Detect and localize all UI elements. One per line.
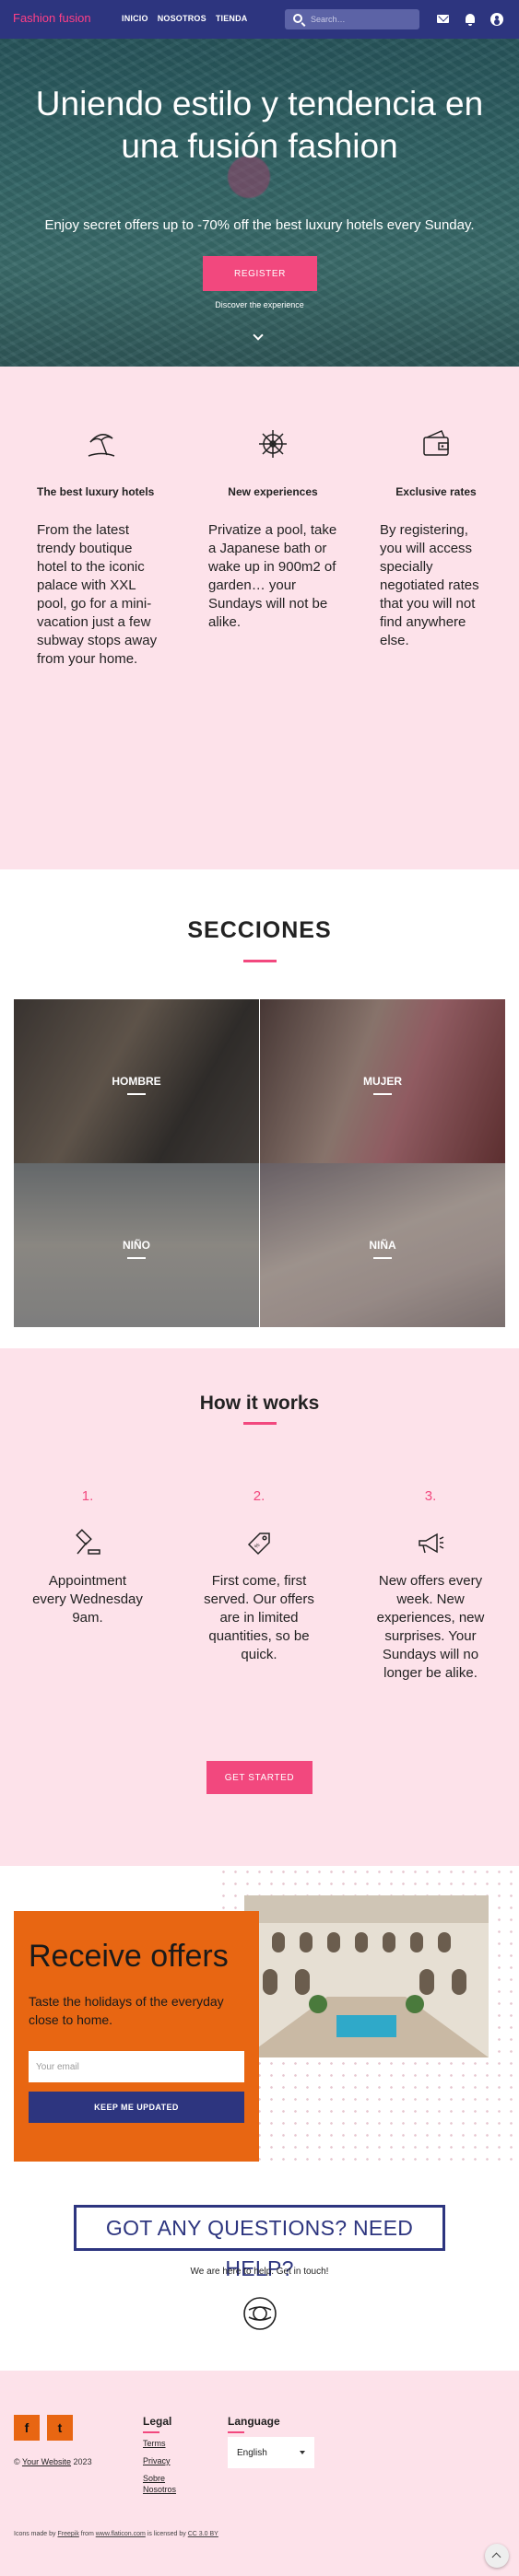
values-section: The best luxury hotels From the latest t… bbox=[0, 367, 519, 869]
offers-card: Receive offers Taste the holidays of the… bbox=[14, 1911, 259, 2162]
value-item: New experiences Privatize a pool, take a… bbox=[208, 427, 337, 632]
language-heading: Language bbox=[228, 2415, 280, 2433]
hero-banner: Uniendo estilo y tendencia en una fusión… bbox=[0, 39, 519, 367]
section-label: HOMBRE bbox=[14, 1075, 259, 1095]
offers-section: Receive offers Taste the holidays of the… bbox=[0, 1866, 519, 2177]
register-button[interactable]: REGISTER bbox=[203, 256, 317, 291]
value-title: The best luxury hotels bbox=[37, 485, 155, 498]
title-underline bbox=[243, 960, 277, 962]
value-text: From the latest trendy boutique hotel to… bbox=[37, 522, 158, 667]
step-item: 3. New offers every week. New experience… bbox=[375, 1488, 486, 1683]
language-select[interactable]: English bbox=[228, 2437, 314, 2468]
svg-text:%: % bbox=[254, 1542, 261, 1549]
value-title: New experiences bbox=[228, 485, 318, 498]
hero-title: Uniendo estilo y tendencia en una fusión… bbox=[35, 85, 484, 165]
nav-link-inicio[interactable]: INICIO bbox=[122, 14, 148, 23]
copyright: © Your Website 2023 bbox=[14, 2457, 92, 2466]
value-text: By registering, you will access speciall… bbox=[380, 522, 479, 648]
offers-text: Taste the holidays of the everyday close… bbox=[29, 1994, 224, 2027]
section-card-nino[interactable]: NIÑO bbox=[14, 1163, 259, 1327]
how-title: How it works bbox=[199, 1393, 320, 1414]
bell-icon[interactable] bbox=[463, 12, 478, 27]
value-title: Exclusive rates bbox=[395, 485, 477, 498]
keep-me-updated-button[interactable]: KEEP ME UPDATED bbox=[29, 2092, 244, 2123]
get-started-button[interactable]: GET STARTED bbox=[206, 1761, 313, 1794]
section-label: NIÑO bbox=[14, 1239, 259, 1259]
hotel-courtyard-image bbox=[244, 1895, 489, 2057]
flaticon-link[interactable]: www.flaticon.com bbox=[96, 2531, 146, 2537]
sobre-link[interactable]: Sobre bbox=[143, 2474, 165, 2483]
section-card-hombre[interactable]: HOMBRE bbox=[14, 999, 259, 1163]
chevron-down-icon[interactable] bbox=[253, 330, 264, 341]
help-section: GOT ANY QUESTIONS? NEED HELP? We are her… bbox=[0, 2177, 519, 2371]
nav-links: INICIO NOSOTROS TIENDA bbox=[122, 14, 248, 23]
value-item: The best luxury hotels From the latest t… bbox=[37, 427, 166, 669]
value-text: Privatize a pool, take a Japanese bath o… bbox=[208, 522, 337, 630]
search-bar bbox=[285, 9, 419, 29]
step-number: 2. bbox=[253, 1488, 265, 1504]
footer: f t © Your Website 2023 Legal Terms Priv… bbox=[0, 2371, 519, 2576]
facebook-icon[interactable]: f bbox=[14, 2415, 40, 2441]
sections-title: SECCIONES bbox=[187, 917, 332, 943]
step-item: 2. % First come, first served. Our offer… bbox=[204, 1488, 314, 1664]
step-text: New offers every week. New experiences, … bbox=[376, 1573, 485, 1681]
how-it-works-section: How it works 1. Appointment every Wednes… bbox=[0, 1348, 519, 1866]
icons-credit: Icons made by Freepik from www.flaticon.… bbox=[14, 2531, 218, 2537]
section-label: MUJER bbox=[260, 1075, 505, 1095]
search-icon bbox=[293, 14, 302, 23]
ship-wheel-icon bbox=[259, 430, 287, 458]
chevron-down-icon bbox=[300, 2451, 305, 2454]
nosotros-link[interactable]: Nosotros bbox=[143, 2485, 176, 2494]
beach-umbrella-icon bbox=[88, 434, 115, 457]
privacy-link[interactable]: Privacy bbox=[143, 2456, 171, 2465]
language-value: English bbox=[237, 2448, 267, 2458]
sections-grid: HOMBRE MUJER NIÑO NIÑA bbox=[14, 999, 505, 1327]
section-label: NIÑA bbox=[260, 1239, 505, 1259]
nav-link-nosotros[interactable]: NOSOTROS bbox=[158, 14, 206, 23]
account-icon[interactable] bbox=[490, 12, 504, 27]
nav-link-tienda[interactable]: TIENDA bbox=[216, 14, 248, 23]
discover-link[interactable]: Discover the experience bbox=[18, 300, 501, 309]
price-tag-icon: % bbox=[247, 1533, 270, 1556]
legal-heading: Legal bbox=[143, 2415, 171, 2433]
sections-area: SECCIONES HOMBRE MUJER NIÑO NIÑA bbox=[0, 869, 519, 1348]
step-number: 3. bbox=[424, 1488, 437, 1504]
mallet-icon bbox=[76, 1529, 100, 1555]
step-item: 1. Appointment every Wednesday 9am. bbox=[32, 1488, 143, 1627]
offers-title: Receive offers bbox=[29, 1939, 229, 1974]
help-heading[interactable]: GOT ANY QUESTIONS? NEED HELP? bbox=[74, 2205, 445, 2280]
section-card-mujer[interactable]: MUJER bbox=[260, 999, 505, 1163]
brand-logo[interactable]: Fashion fusion bbox=[13, 11, 91, 25]
wallet-icon bbox=[423, 430, 449, 456]
terms-link[interactable]: Terms bbox=[143, 2439, 166, 2448]
help-subtitle: We are here to help. Get in touch! bbox=[190, 2267, 329, 2277]
section-card-nina[interactable]: NIÑA bbox=[260, 1163, 505, 1327]
megaphone-icon bbox=[419, 1533, 444, 1554]
search-input[interactable] bbox=[311, 12, 412, 27]
lifebuoy-icon bbox=[243, 2297, 277, 2330]
hero-subtitle: Enjoy secret offers up to -70% off the b… bbox=[44, 217, 475, 233]
step-number: 1. bbox=[81, 1488, 94, 1504]
license-link[interactable]: CC 3.0 BY bbox=[188, 2531, 218, 2537]
your-website-link[interactable]: Your Website bbox=[22, 2457, 71, 2466]
step-text: Appointment every Wednesday 9am. bbox=[32, 1573, 143, 1626]
value-item: Exclusive rates By registering, you will… bbox=[380, 427, 492, 650]
twitter-icon[interactable]: t bbox=[47, 2415, 73, 2441]
step-text: First come, first served. Our offers are… bbox=[204, 1573, 314, 1662]
scroll-to-top-button[interactable] bbox=[485, 2544, 509, 2568]
freepik-link[interactable]: Freepik bbox=[57, 2531, 78, 2537]
mail-icon[interactable] bbox=[436, 12, 451, 27]
top-navbar: Fashion fusion INICIO NOSOTROS TIENDA bbox=[0, 0, 519, 39]
email-field[interactable] bbox=[29, 2051, 244, 2082]
title-underline bbox=[243, 1422, 277, 1425]
